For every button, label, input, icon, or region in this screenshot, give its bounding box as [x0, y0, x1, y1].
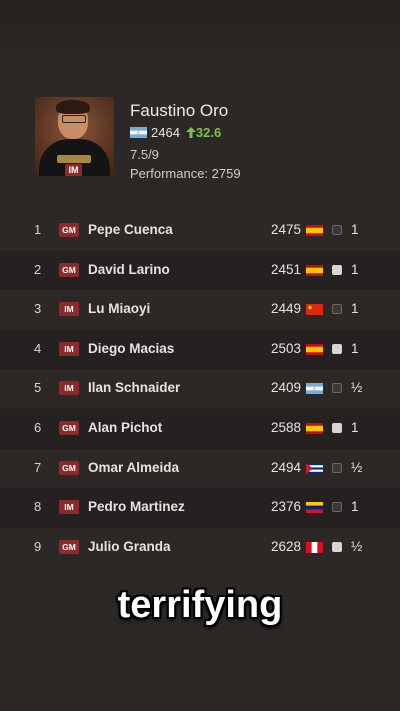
- spain-flag-icon: [306, 264, 323, 276]
- black-piece-icon: [332, 462, 342, 473]
- spain-flag-icon: [306, 343, 323, 355]
- opponent-rating: 2588: [270, 420, 301, 435]
- spain-flag-icon: [306, 423, 323, 434]
- game-result: 1: [351, 340, 359, 356]
- spain-flag-icon: [306, 225, 323, 236]
- player-photo: IM: [35, 97, 114, 176]
- game-result: 1: [351, 222, 359, 237]
- round-number: 5: [34, 380, 42, 396]
- opponent-name[interactable]: Ilan Schnaider: [88, 380, 180, 395]
- china-flag-icon: [306, 304, 323, 316]
- black-piece-icon: [332, 502, 342, 513]
- white-piece-icon: [332, 343, 342, 354]
- white-piece-icon: [332, 541, 342, 552]
- game-result: 1: [351, 499, 359, 515]
- black-piece-icon: [332, 304, 342, 315]
- game-result: 1: [351, 301, 359, 317]
- opponent-rating: 2449: [270, 301, 301, 317]
- opponent-rating: 2451: [270, 261, 301, 277]
- title-badge: GM: [59, 223, 79, 237]
- opponent-rating: 2628: [270, 538, 301, 554]
- argentina-flag-icon: [130, 127, 147, 138]
- opponent-row[interactable]: 5 IM Ilan Schnaider 2409 ½: [0, 369, 400, 409]
- game-result: ½: [351, 538, 363, 554]
- rating-gain: 32.6: [185, 125, 221, 140]
- opponent-rating: 2503: [270, 340, 301, 356]
- opponent-rating: 2376: [270, 499, 301, 515]
- cuba-flag-icon: [306, 462, 323, 474]
- round-number: 2: [34, 261, 42, 277]
- opponent-name[interactable]: Pepe Cuenca: [88, 222, 173, 237]
- round-number: 8: [34, 499, 42, 515]
- opponent-row[interactable]: 9 GM Julio Granda 2628 ½: [0, 528, 400, 568]
- argentina-flag-icon: [306, 383, 323, 395]
- opponent-row[interactable]: 1 GM Pepe Cuenca 2475 1: [0, 211, 400, 251]
- player-score: 7.5/9: [130, 147, 159, 162]
- opponent-row[interactable]: 3 IM Lu Miaoyi 2449 1: [0, 290, 400, 330]
- opponent-name[interactable]: Omar Almeida: [88, 460, 179, 475]
- white-piece-icon: [332, 423, 342, 433]
- opponent-rating: 2475: [270, 222, 301, 237]
- round-number: 9: [34, 538, 42, 554]
- opponent-name[interactable]: Pedro Martinez: [88, 499, 185, 514]
- opponent-name[interactable]: Alan Pichot: [88, 420, 162, 435]
- opponent-row[interactable]: 4 IM Diego Macias 2503 1: [0, 329, 400, 370]
- arrow-up-icon: [185, 127, 196, 138]
- title-badge: GM: [59, 460, 79, 475]
- player-performance: Performance: 2759: [130, 166, 241, 181]
- game-result: 1: [351, 420, 359, 435]
- opponent-row[interactable]: 6 GM Alan Pichot 2588 1: [0, 409, 400, 449]
- player-rating: 2464: [151, 125, 180, 140]
- title-badge: IM: [59, 500, 79, 515]
- player-title-badge: IM: [65, 164, 82, 176]
- round-number: 7: [34, 459, 42, 475]
- opponent-rating: 2409: [270, 380, 301, 396]
- title-badge: IM: [59, 341, 79, 356]
- title-badge: IM: [59, 302, 79, 317]
- game-result: ½: [351, 459, 363, 475]
- title-badge: GM: [59, 262, 79, 277]
- peru-flag-icon: [306, 541, 323, 553]
- video-caption: terrifying: [117, 584, 283, 626]
- round-number: 1: [34, 222, 42, 237]
- round-number: 6: [34, 420, 42, 435]
- opponent-row[interactable]: 7 GM Omar Almeida 2494 ½: [0, 449, 400, 489]
- round-number: 4: [34, 340, 42, 356]
- game-result: ½: [351, 380, 363, 396]
- opponent-name[interactable]: Julio Granda: [88, 539, 171, 554]
- game-result: 1: [351, 261, 359, 277]
- opponent-row[interactable]: 8 IM Pedro Martinez 2376 1: [0, 488, 400, 528]
- opponent-row[interactable]: 2 GM David Larino 2451 1: [0, 250, 400, 291]
- opponent-name[interactable]: Lu Miaoyi: [88, 301, 150, 316]
- opponent-rating: 2494: [270, 459, 301, 475]
- title-badge: IM: [59, 381, 79, 396]
- white-piece-icon: [332, 264, 342, 275]
- opponent-name[interactable]: David Larino: [88, 262, 170, 277]
- top-shade: [0, 0, 400, 70]
- player-rating-line: 2464 32.6: [130, 125, 221, 140]
- black-piece-icon: [332, 383, 342, 394]
- title-badge: GM: [59, 539, 79, 554]
- round-number: 3: [34, 301, 42, 317]
- opponent-name[interactable]: Diego Macias: [88, 341, 174, 356]
- venezuela-flag-icon: [306, 502, 323, 514]
- player-name: Faustino Oro: [130, 101, 229, 120]
- title-badge: GM: [59, 421, 79, 435]
- player-header: IM Faustino Oro 2464 32.6 7.5/9 Performa…: [35, 97, 375, 181]
- black-piece-icon: [332, 225, 342, 235]
